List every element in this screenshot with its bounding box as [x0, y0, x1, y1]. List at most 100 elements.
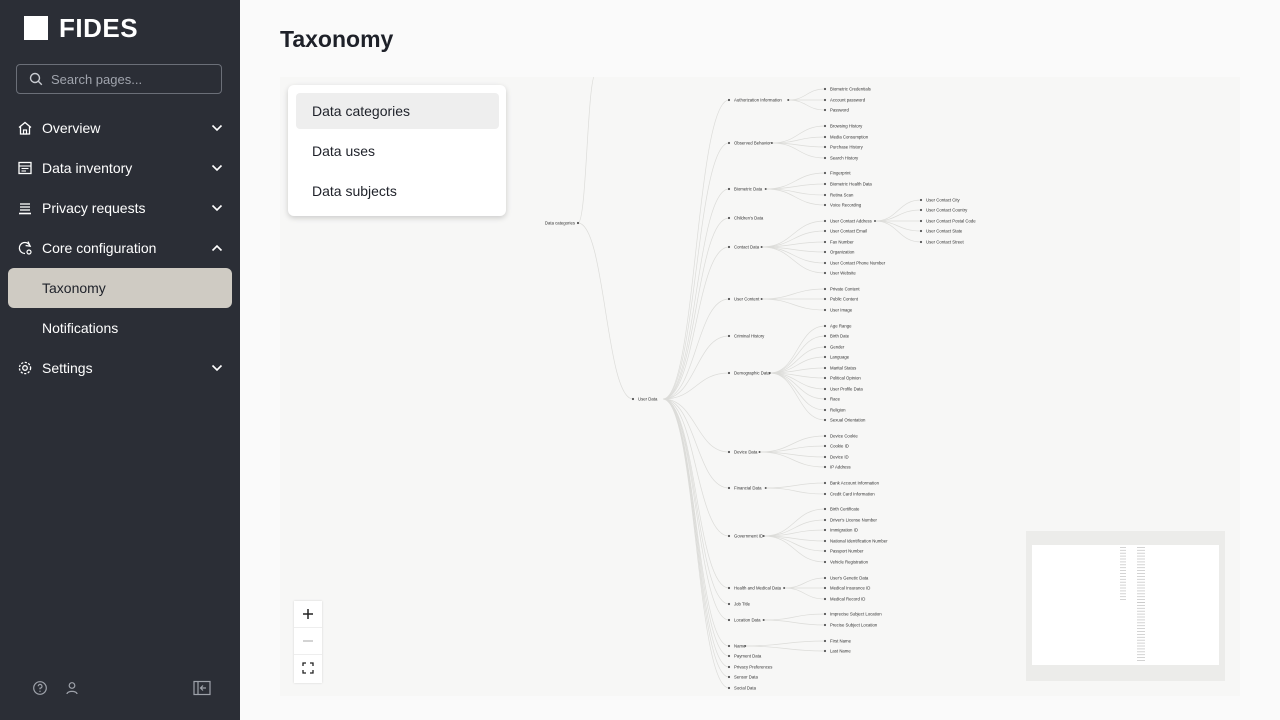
tree-node-leaf[interactable]: Credit Card Information — [823, 492, 875, 497]
tree-node-leaf[interactable]: Browsing History — [823, 124, 863, 129]
fides-logo[interactable]: FIDES — [24, 13, 138, 43]
nav-notifications[interactable]: Notifications — [8, 308, 232, 348]
tree-node-leaf[interactable]: Password — [823, 108, 850, 113]
menu-item-data-subjects[interactable]: Data subjects — [296, 173, 499, 209]
tree-node-group[interactable]: Biometric Data — [727, 187, 763, 192]
nav-data-inventory[interactable]: Data inventory — [8, 148, 232, 188]
nav-overview[interactable]: Overview — [8, 108, 232, 148]
tree-node-leaf[interactable]: Cookie ID — [823, 444, 849, 449]
tree-node-leaf[interactable]: User Contact Phone Number — [823, 261, 886, 266]
tree-node-leaf[interactable]: Political Opinion — [823, 376, 862, 381]
tree-node-leaf[interactable]: Biometric Health Data — [823, 182, 873, 187]
search-input[interactable] — [49, 70, 203, 88]
tree-node-leaf[interactable]: Race — [823, 397, 841, 402]
tree-node-leaf[interactable]: IP Address — [823, 465, 851, 470]
tree-expander-dot[interactable] — [874, 220, 876, 222]
tree-expander-dot[interactable] — [762, 619, 765, 621]
tree-node-leaf[interactable]: User Contact State — [919, 229, 963, 234]
tree-node-leaf[interactable]: Biometric Credentials — [823, 87, 871, 92]
tree-expander-dot[interactable] — [783, 587, 786, 589]
tree-node-leaf[interactable]: Device ID — [823, 455, 849, 460]
tree-node-group[interactable]: Financial Data — [727, 486, 762, 491]
tree-expander-dot[interactable] — [760, 298, 763, 300]
tree-node-leaf[interactable]: First Name — [823, 639, 852, 644]
tree-node-leaf[interactable]: User Image — [823, 308, 853, 313]
tree-node-group[interactable]: Name — [727, 644, 746, 649]
tree-expander-dot[interactable] — [764, 487, 767, 489]
tree-node-leaf[interactable]: Language — [823, 355, 850, 360]
nav-core-configuration[interactable]: Core configuration — [8, 228, 232, 268]
tree-node-leaf[interactable]: Passport Number — [823, 549, 864, 554]
tree-node-leaf[interactable]: Driver's License Number — [823, 518, 878, 523]
tree-node-leaf[interactable]: User Contact City — [919, 198, 961, 203]
tree-node-leaf[interactable]: Account password — [823, 98, 866, 103]
tree-node-leaf[interactable]: Imprecise Subject Location — [823, 612, 882, 617]
tree-node-group[interactable]: User Content — [727, 297, 760, 302]
tree-node-leaf[interactable]: User Contact Email — [823, 229, 867, 234]
tree-node-leaf[interactable]: Fax Number — [823, 240, 854, 245]
help-icon[interactable] — [31, 679, 49, 697]
tree-node-leaf[interactable]: User Contact Address — [823, 219, 872, 224]
nav-taxonomy[interactable]: Taxonomy — [8, 268, 232, 308]
zoom-out-button[interactable] — [294, 628, 322, 655]
tree-node-leaf[interactable]: Voice Recording — [823, 203, 862, 208]
tree-node-leaf[interactable]: Public Content — [823, 297, 859, 302]
tree-node-leaf[interactable]: User Contact Postal Code — [919, 219, 976, 224]
nav-privacy-requests[interactable]: Privacy requests — [8, 188, 232, 228]
tree-node-group[interactable]: Health and Medical Data — [727, 586, 782, 591]
tree-node-leaf[interactable]: Birth Certificate — [823, 507, 860, 512]
tree-node-group[interactable]: Contact Data — [727, 245, 760, 250]
tree-node-leaf[interactable]: Organization — [823, 250, 855, 255]
tree-node-leaf[interactable]: Private Content — [823, 287, 861, 292]
tree-node-leaf[interactable]: Last Name — [823, 649, 851, 654]
tree-node-leaf[interactable]: Precise Subject Location — [823, 623, 878, 628]
tree-node-leaf[interactable]: Age Range — [823, 324, 852, 329]
tree-expander-dot[interactable] — [787, 99, 790, 101]
tree-node-group[interactable]: Demographic Data — [727, 371, 771, 376]
tree-node-leaf[interactable]: Immigration ID — [823, 528, 858, 533]
menu-item-data-categories[interactable]: Data categories — [296, 93, 499, 129]
tree-node-leaf[interactable]: Search History — [823, 156, 859, 161]
tree-node-group[interactable]: Privacy Preferences — [727, 665, 773, 670]
tree-node-user-data[interactable]: User Data — [631, 397, 658, 402]
tree-node-group[interactable]: Location Data — [727, 618, 761, 623]
tree-node-leaf[interactable]: User Contact Country — [919, 208, 968, 213]
tree-node-group[interactable]: Authorization Information — [727, 98, 782, 103]
tree-node-leaf[interactable]: Gender — [823, 345, 845, 350]
tree-node-group[interactable]: Social Data — [727, 686, 757, 691]
tree-expander-dot[interactable] — [760, 246, 763, 248]
menu-item-data-uses[interactable]: Data uses — [296, 133, 499, 169]
tree-node-leaf[interactable]: Marital Status — [823, 366, 856, 371]
tree-node-leaf[interactable]: Medical Insurance ID — [823, 586, 870, 591]
fit-view-button[interactable] — [294, 655, 322, 681]
tree-expander-dot[interactable] — [770, 142, 773, 144]
tree-node-group[interactable]: Job Title — [727, 602, 751, 607]
tree-node-leaf[interactable]: National Identification Number — [823, 539, 888, 544]
user-icon[interactable] — [63, 679, 81, 697]
tree-node-leaf[interactable]: Bank Account Information — [823, 481, 880, 486]
tree-node-group[interactable]: Observed Behavior — [727, 141, 771, 146]
tree-node-leaf[interactable]: Media Consumption — [823, 135, 869, 140]
minimap[interactable] — [1026, 531, 1225, 681]
tree-node-group[interactable]: Device Data — [727, 450, 758, 455]
tree-node-leaf[interactable]: Sexual Orientation — [823, 418, 866, 423]
taxonomy-tree-canvas[interactable]: Data categories User Data Authorization In… — [280, 77, 1240, 696]
tree-node-leaf[interactable]: Medical Record ID — [823, 597, 865, 602]
tree-node-leaf[interactable]: Device Cookie — [823, 434, 858, 439]
tree-node-leaf[interactable]: Fingerprint — [823, 171, 851, 176]
tree-node-leaf[interactable]: Vehicle Registration — [823, 560, 869, 565]
tree-node-group[interactable]: Children's Data — [727, 216, 764, 221]
tree-node-leaf[interactable]: User Website — [823, 271, 856, 276]
tree-node-leaf[interactable]: User Contact Street — [919, 240, 965, 245]
tree-expander-dot[interactable] — [768, 372, 771, 374]
nav-settings[interactable]: Settings — [8, 348, 232, 388]
tree-expander-dot[interactable] — [764, 188, 767, 190]
tree-node-leaf[interactable]: User's Genetic Data — [823, 576, 869, 581]
tree-node-group[interactable]: Payment Data — [727, 654, 762, 659]
search-box[interactable] — [16, 64, 222, 94]
tree-node-leaf[interactable]: User Profile Data — [823, 387, 863, 392]
tree-node-group[interactable]: Criminal History — [727, 334, 765, 339]
tree-node-root[interactable]: Data categories — [545, 221, 580, 226]
tree-node-leaf[interactable]: Retina Scan — [823, 193, 854, 198]
tree-expander-dot[interactable] — [762, 535, 765, 537]
